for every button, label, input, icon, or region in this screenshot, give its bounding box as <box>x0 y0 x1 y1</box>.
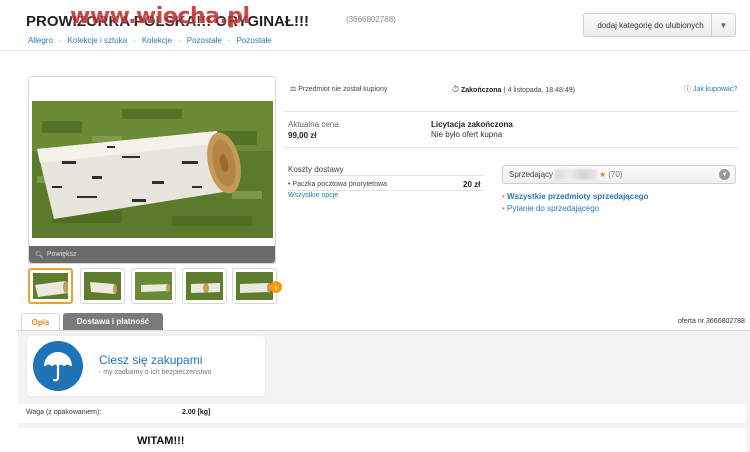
divider <box>284 111 738 112</box>
price-value: 99,00 zł <box>288 131 317 140</box>
tab-delivery-payment[interactable]: Dostawa i płatność <box>63 313 163 330</box>
scale-icon: ⚖ <box>290 86 297 93</box>
chevron-down-icon[interactable]: ▼ <box>719 169 730 180</box>
ended-date: ( 4 listopada, 18:48:49) <box>503 87 575 94</box>
breadcrumb-separator: · <box>58 36 62 45</box>
offer-number: oferta nr 3666802788 <box>678 318 745 325</box>
offer-id: (3666802788) <box>346 15 396 24</box>
no-offers-text: Nie było ofert kupna <box>431 130 503 139</box>
breadcrumb-item[interactable]: Allegro <box>28 36 53 45</box>
search-icon: 🔍︎ <box>35 251 44 259</box>
bullet: • <box>502 192 505 201</box>
watermark: www.wiocha.pl <box>70 4 250 29</box>
how-to-buy-link[interactable]: ⓘ Jak kupować? <box>684 84 737 94</box>
clock-icon: ⏱ <box>452 84 460 94</box>
chevron-down-icon[interactable]: ▼ <box>711 14 735 36</box>
shipping-title: Koszty dostawy <box>288 165 344 174</box>
not-bought-status: ⚖ Przedmiot nie został kupiony <box>290 85 387 93</box>
divider <box>284 147 738 148</box>
breadcrumb: Allegro · Kolekcje i sztuka · Kolekcje ·… <box>28 36 272 45</box>
auction-status: Licytacja zakończona <box>431 120 513 129</box>
divider <box>288 190 484 191</box>
promo-subtitle: my zadbamy o ich bezpieczeństwo <box>103 369 212 376</box>
weight-label: Waga (z opakowaniem): <box>26 409 102 416</box>
breadcrumb-item[interactable]: Pozostałe <box>237 36 272 45</box>
shipping-cost: 20 zł <box>463 180 481 189</box>
breadcrumb-item[interactable]: Kolekcje <box>142 36 172 45</box>
umbrella-icon <box>33 341 83 391</box>
all-seller-items-link[interactable]: Wszystkie przedmioty sprzedającego <box>507 192 648 201</box>
weight-value: 2.00 [kg] <box>182 409 211 416</box>
breadcrumb-item[interactable]: Kolekcje i sztuka <box>68 36 128 45</box>
ask-seller-link[interactable]: Pytanie do sprzedającego <box>507 204 599 213</box>
seller-dropdown[interactable]: Sprzedający ★ (70) ▼ <box>502 165 736 184</box>
promo-subtitle-row: - my zadbamy o ich bezpieczeństwo <box>99 369 211 376</box>
divider <box>288 175 484 176</box>
seller-rating: (70) <box>608 170 623 179</box>
breadcrumb-separator: · <box>133 36 136 45</box>
seller-items-row: • Wszystkie przedmioty sprzedającego <box>502 192 648 201</box>
shipping-method-row: • Paczka pocztowa priorytetowa <box>288 181 387 188</box>
chevron-right-icon[interactable]: › <box>270 281 282 293</box>
breadcrumb-separator: · <box>227 36 231 45</box>
gallery-thumbnail[interactable] <box>28 268 73 304</box>
bullet: • <box>502 204 505 213</box>
dash: - <box>99 369 102 376</box>
favorite-button-label: dodaj kategorię do ulubionych <box>597 20 704 30</box>
promo-title: Ciesz się zakupami <box>99 353 203 367</box>
shipping-method: Paczka pocztowa priorytetowa <box>292 181 387 188</box>
zoom-button[interactable]: 🔍︎ Powiększ <box>29 246 275 263</box>
price-label: Aktualna cena <box>288 120 339 129</box>
not-bought-label: Przedmiot nie został kupiony <box>298 86 388 93</box>
help-icon: ⓘ <box>684 86 691 93</box>
ended-label: Zakończona <box>460 87 502 94</box>
all-shipping-options-link[interactable]: Wszystkie opcje <box>288 192 338 199</box>
add-favorite-category-button[interactable]: dodaj kategorię do ulubionych ▼ <box>583 13 736 37</box>
breadcrumb-separator: · <box>178 36 181 45</box>
breadcrumb-item[interactable]: Pozostałe <box>187 36 222 45</box>
star-icon: ★ <box>599 170 607 179</box>
ask-seller-row: • Pytanie do sprzedającego <box>502 204 599 213</box>
auction-ended-status: ⏱ Zakończona ( 4 listopada, 18:48:49) <box>452 84 575 95</box>
how-to-buy-label: Jak kupować? <box>692 86 738 93</box>
gallery-thumbnail[interactable] <box>131 268 176 304</box>
seller-name-blurred <box>555 169 598 180</box>
header-divider <box>0 50 750 51</box>
tab-description[interactable]: Opis <box>21 313 60 331</box>
weight-row <box>18 404 746 423</box>
bullet: • <box>288 181 291 188</box>
zoom-label: Powiększ <box>46 251 77 258</box>
seller-label: Sprzedający <box>509 170 554 179</box>
main-product-image[interactable] <box>32 101 273 238</box>
gallery-thumbnail[interactable] <box>182 268 227 304</box>
description-greeting: WITAM!!! <box>137 435 185 447</box>
gallery-thumbnail[interactable] <box>80 268 125 304</box>
description-body <box>18 428 746 452</box>
